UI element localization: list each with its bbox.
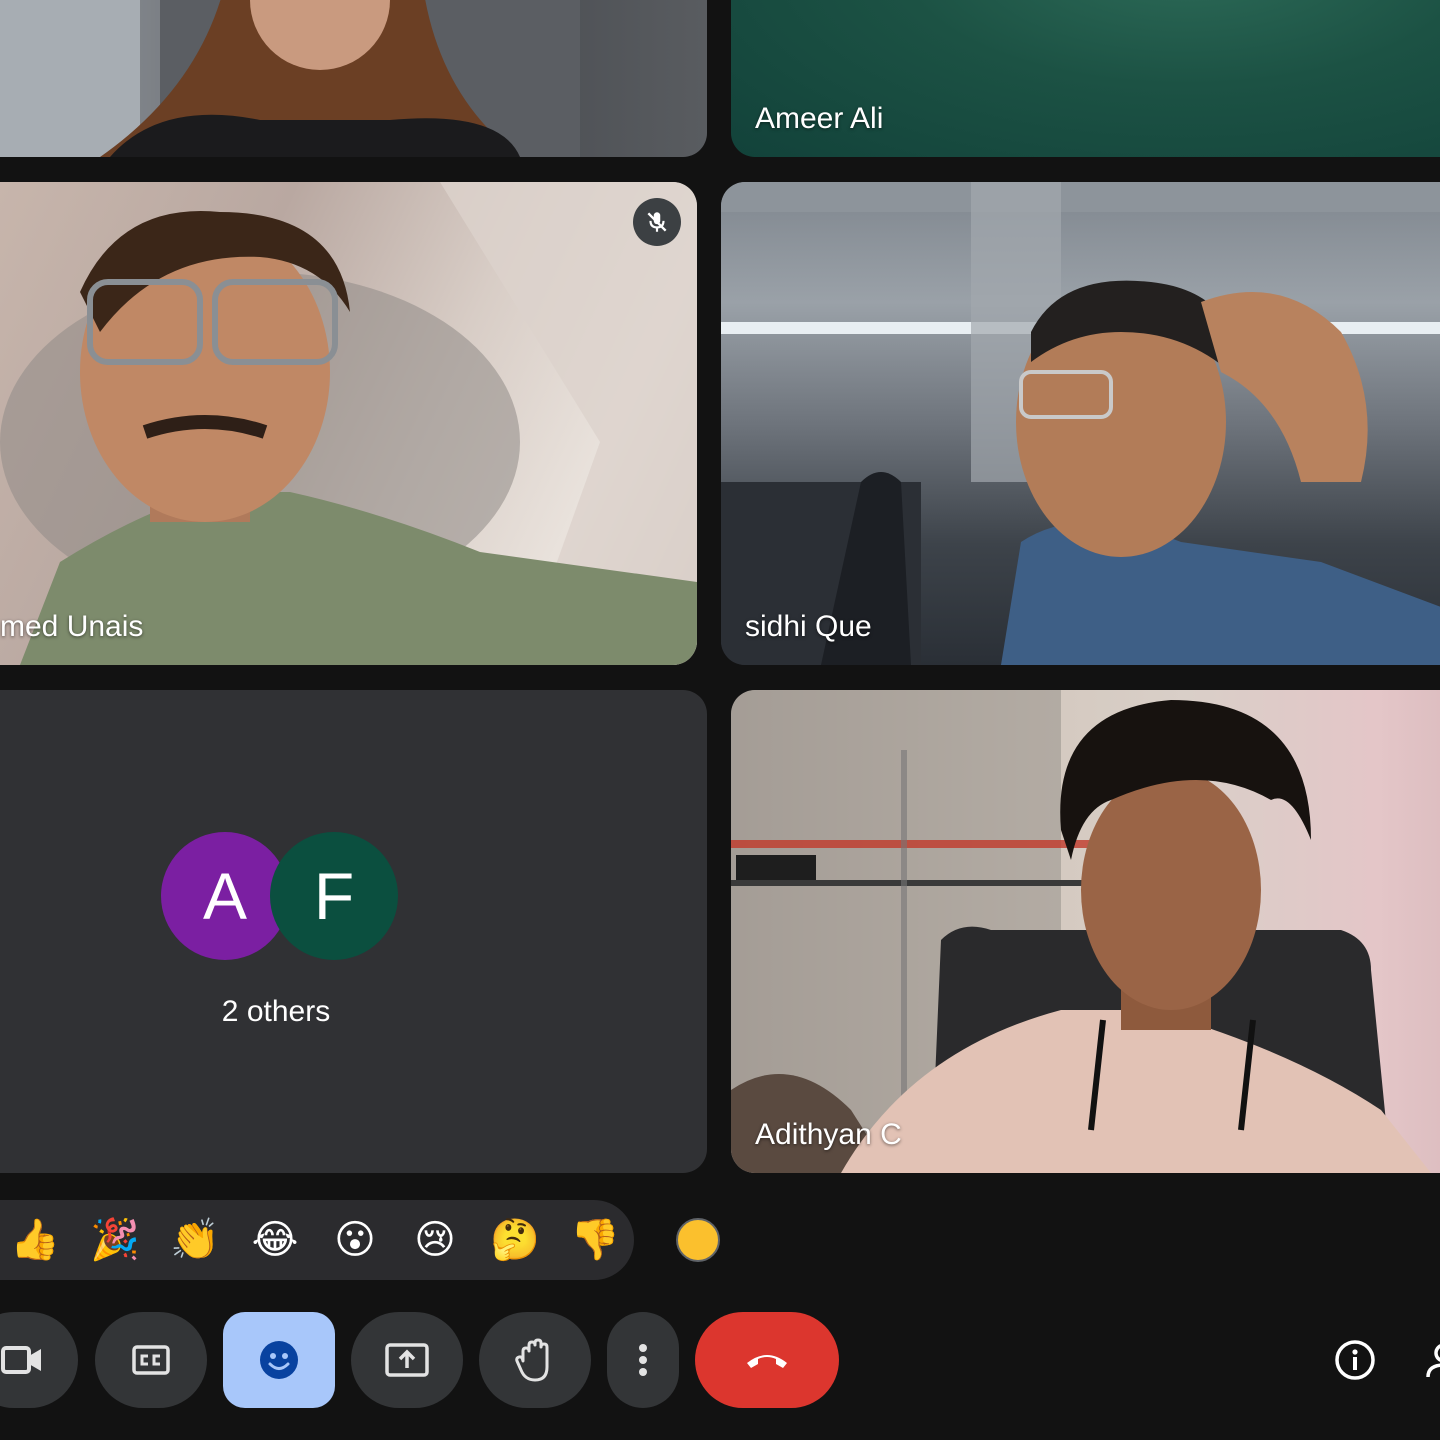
- raise-hand-button[interactable]: [479, 1312, 591, 1408]
- captions-button[interactable]: [95, 1312, 207, 1408]
- present-screen-icon: [385, 1343, 429, 1377]
- reaction-thumbs-down[interactable]: 👎: [570, 1215, 620, 1265]
- reaction-thumbs-up[interactable]: 👍: [10, 1215, 60, 1265]
- participant-name: med Unais: [0, 610, 144, 643]
- more-options-button[interactable]: [607, 1312, 679, 1408]
- participant-tile-3[interactable]: med Unais: [0, 182, 697, 665]
- end-call-button[interactable]: [695, 1312, 839, 1408]
- people-button[interactable]: [1416, 1332, 1440, 1388]
- reaction-sad[interactable]: 😢: [410, 1215, 460, 1265]
- participant-tile-1[interactable]: [0, 0, 707, 157]
- participant-video-3: [0, 182, 697, 665]
- meeting-info-button[interactable]: [1327, 1332, 1383, 1388]
- reactions-button[interactable]: [223, 1312, 335, 1408]
- participant-name: Adithyan C: [755, 1118, 902, 1151]
- end-call-icon: [747, 1355, 787, 1368]
- skin-tone-picker[interactable]: [676, 1218, 720, 1262]
- mic-off-icon: [647, 212, 667, 232]
- participant-video-4: [721, 182, 1440, 665]
- people-icon: [1426, 1344, 1440, 1378]
- present-button[interactable]: [351, 1312, 463, 1408]
- participant-tile-4[interactable]: sidhi Que: [721, 182, 1440, 665]
- participant-tile-6[interactable]: Adithyan C: [731, 690, 1440, 1173]
- more-options-icon: [639, 1344, 647, 1376]
- participant-video-6: [731, 690, 1431, 1173]
- camera-icon: [1, 1346, 41, 1374]
- participant-video-1: [0, 0, 580, 157]
- muted-indicator: [633, 198, 681, 246]
- raise-hand-icon: [515, 1338, 549, 1382]
- emoji-icon: [260, 1341, 298, 1379]
- participant-tile-2[interactable]: Ameer Ali: [731, 0, 1440, 157]
- camera-button[interactable]: [0, 1312, 78, 1408]
- avatar: F: [270, 832, 398, 960]
- reaction-laugh[interactable]: 😂: [250, 1215, 300, 1265]
- reaction-thinking[interactable]: 🤔: [490, 1215, 540, 1265]
- reaction-surprised[interactable]: 😮: [330, 1215, 380, 1265]
- participant-name: sidhi Que: [745, 610, 872, 643]
- others-count-label: 2 others: [221, 995, 331, 1028]
- reaction-party[interactable]: 🎉: [90, 1215, 140, 1265]
- reaction-clap[interactable]: 👏: [170, 1215, 220, 1265]
- closed-captions-icon: [132, 1345, 170, 1375]
- participant-name: Ameer Ali: [755, 102, 884, 135]
- info-icon: [1335, 1340, 1375, 1380]
